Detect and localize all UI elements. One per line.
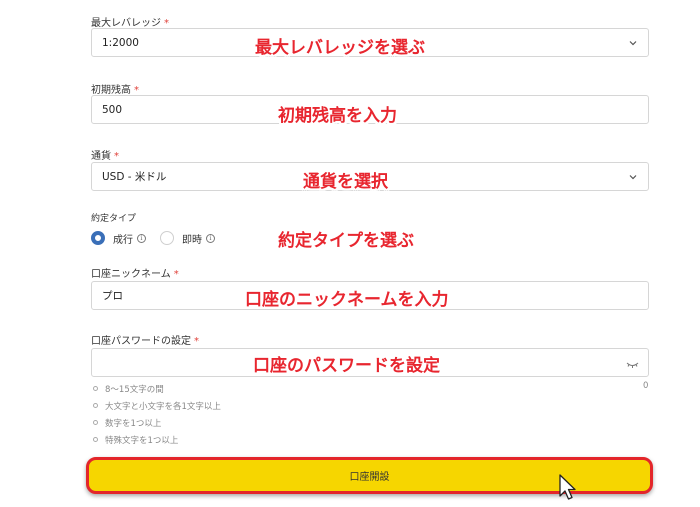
info-icon[interactable]: i [206,233,215,243]
nickname-label: 口座ニックネーム * [91,269,179,280]
password-rule: 大文字と小文字を各1文字以上 [93,397,221,414]
required-mark: * [114,151,119,162]
currency-label: 通貨 * [91,151,119,162]
radio-instant[interactable] [160,231,174,245]
eye-slash-icon[interactable] [626,359,639,369]
password-label: 口座パスワードの設定 * [91,336,199,347]
password-rule: 特殊文字を1つ以上 [93,431,221,448]
radio-market-label: 成行 [113,234,133,246]
balance-label: 初期残高 * [91,85,139,96]
execution-radio-group: 成行 i 即時 i [91,230,215,246]
password-rules: 8～15文字の間 大文字と小文字を各1文字以上 数字を1つ以上 特殊文字を1つ以… [93,380,221,448]
chevron-down-icon [629,175,637,180]
radio-market[interactable] [91,231,105,245]
password-char-counter: 0 [643,381,649,391]
password-rule: 8～15文字の間 [93,380,221,397]
mouse-cursor-icon [559,474,576,500]
annotation-currency: 通貨を選択 [303,172,388,192]
info-icon[interactable]: i [137,233,146,243]
required-mark: * [173,269,179,280]
leverage-label: 最大レバレッジ * [91,18,169,29]
annotation-execution: 約定タイプを選ぶ [278,231,414,251]
password-rule: 数字を1つ以上 [93,414,221,431]
currency-value: USD - 米ドル [102,171,167,183]
execution-label: 約定タイプ [91,214,137,224]
chevron-down-icon [629,41,637,46]
leverage-value: 1:2000 [102,36,139,49]
open-account-button-label: 口座開設 [349,472,390,483]
annotation-nickname: 口座のニックネームを入力 [245,290,449,310]
radio-instant-label: 即時 [182,234,202,246]
required-mark: * [194,336,199,347]
annotation-balance: 初期残高を入力 [278,106,397,126]
annotation-leverage: 最大レバレッジを選ぶ [255,38,425,58]
annotation-password: 口座のパスワードを設定 [253,356,440,376]
